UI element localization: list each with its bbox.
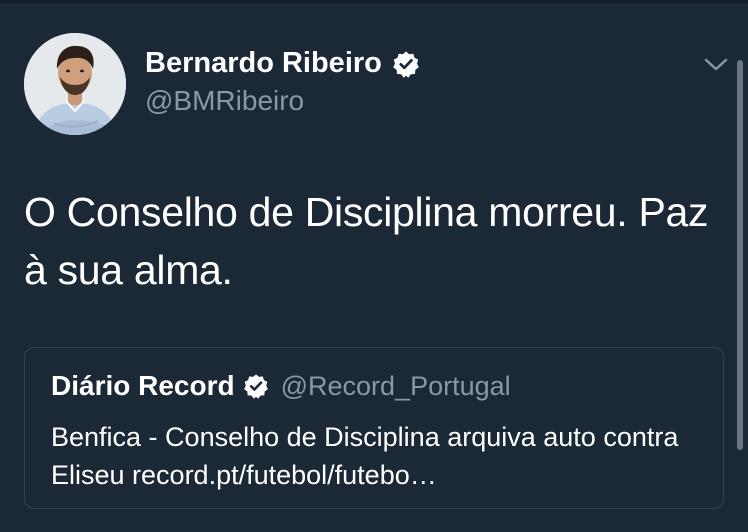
author-name-text[interactable]: Bernardo Ribeiro bbox=[145, 47, 382, 80]
tweet-card[interactable]: Bernardo Ribeiro @BMRibeiro O Conselho d… bbox=[0, 3, 748, 532]
avatar-photo bbox=[24, 33, 126, 135]
author-name[interactable]: Bernardo Ribeiro bbox=[145, 47, 420, 80]
quoted-tweet-header: Diário Record @Record_Portugal bbox=[51, 370, 511, 402]
chevron-down-icon[interactable] bbox=[703, 55, 729, 75]
quoted-author-handle: @Record_Portugal bbox=[280, 370, 511, 401]
verified-badge-icon bbox=[243, 373, 269, 399]
quoted-tweet[interactable]: Diário Record @Record_Portugal Benfica -… bbox=[24, 347, 724, 509]
scrollbar[interactable] bbox=[737, 60, 743, 450]
quoted-tweet-text: Benfica - Conselho de Disciplina arquiva… bbox=[51, 422, 679, 490]
avatar[interactable] bbox=[24, 33, 126, 135]
quoted-author-name: Diário Record bbox=[51, 370, 235, 401]
verified-badge-icon bbox=[392, 50, 420, 78]
tweet-text: O Conselho de Disciplina morreu. Paz à s… bbox=[24, 189, 709, 293]
author-handle[interactable]: @BMRibeiro bbox=[145, 85, 304, 117]
